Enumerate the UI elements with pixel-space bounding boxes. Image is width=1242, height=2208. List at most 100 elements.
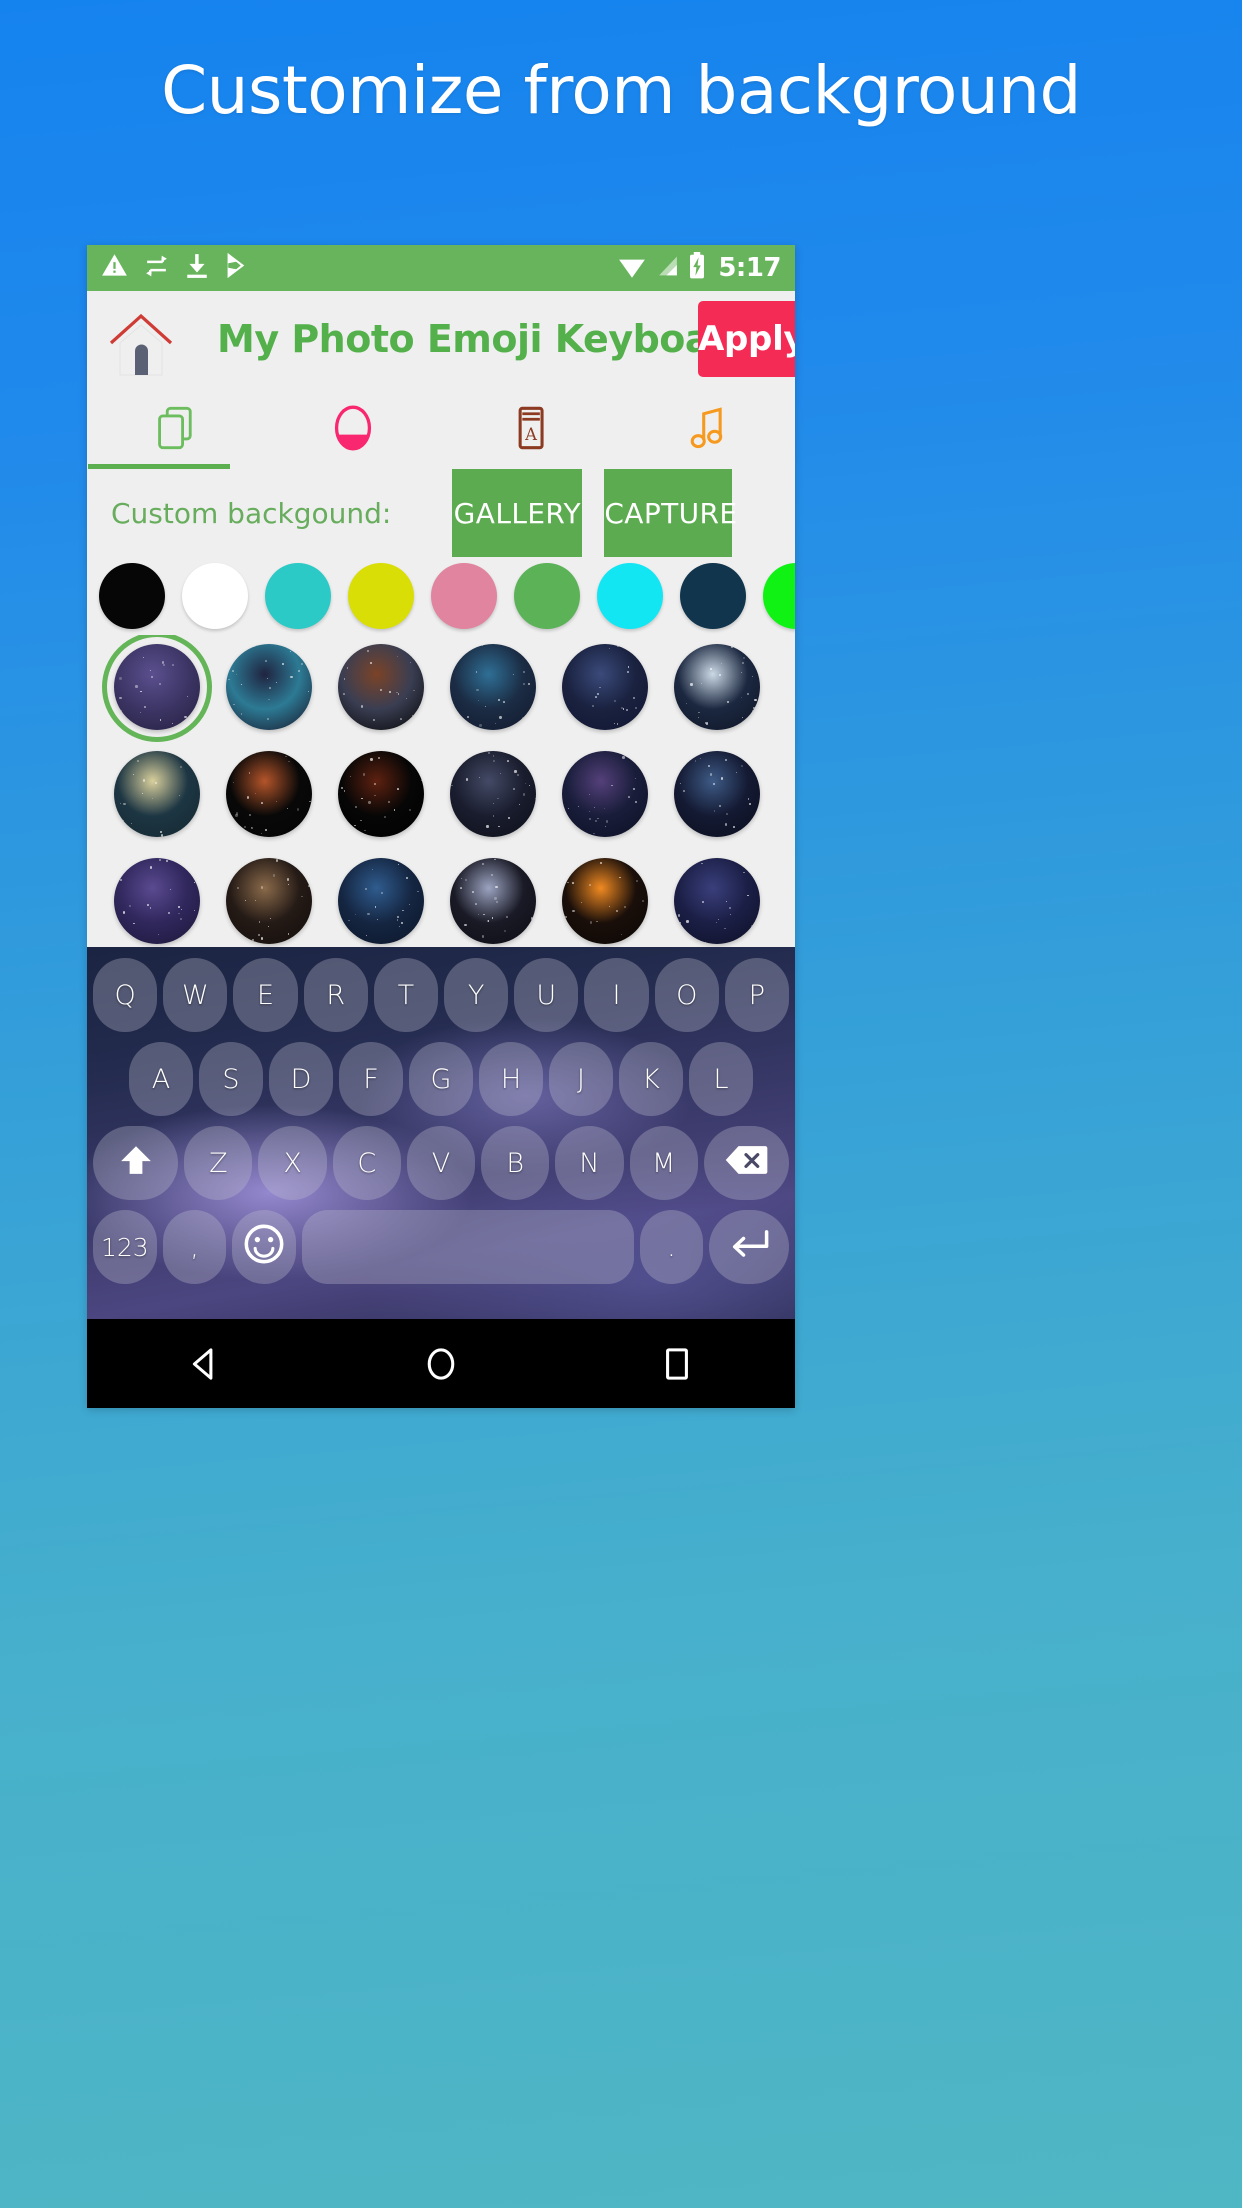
star-speck [700, 757, 702, 759]
star-speck [492, 755, 495, 757]
nav-home-button[interactable] [381, 1319, 501, 1408]
star-speck [495, 886, 498, 889]
tab-sound[interactable] [618, 386, 795, 469]
wallpaper-thumbnail-orange-nebula[interactable] [562, 858, 648, 944]
key-e[interactable]: E [233, 958, 298, 1032]
star-speck [479, 724, 482, 727]
color-swatch-bright-green[interactable] [763, 563, 795, 629]
star-speck [752, 707, 756, 710]
color-swatch-navy[interactable] [680, 563, 746, 629]
star-speck [617, 644, 620, 647]
key-v[interactable]: V [406, 1126, 476, 1200]
key-w[interactable]: W [163, 958, 228, 1032]
wallpaper-thumbnail-faint-moon-night[interactable] [450, 751, 536, 837]
apply-button[interactable]: Apply [698, 301, 795, 377]
key-emoji[interactable] [232, 1210, 297, 1284]
key-space[interactable] [302, 1210, 634, 1284]
wallpaper-thumbnail-blue-night-sky[interactable] [338, 858, 424, 944]
star-speck [286, 808, 288, 810]
wallpaper-thumbnail-lunar-eclipse[interactable] [338, 751, 424, 837]
key-z[interactable]: Z [184, 1126, 253, 1200]
color-swatch-row[interactable] [87, 557, 795, 635]
color-swatch-turquoise[interactable] [265, 563, 331, 629]
wallpaper-thumbnail-full-moon-teal[interactable] [114, 751, 200, 837]
star-speck [192, 817, 195, 820]
wallpaper-thumbnail-dark-horizon-sunset[interactable] [338, 644, 424, 730]
star-speck [388, 691, 391, 694]
key-enter[interactable] [709, 1210, 790, 1284]
color-swatch-green[interactable] [514, 563, 580, 629]
key-c[interactable]: C [332, 1126, 401, 1200]
star-speck [646, 879, 648, 882]
wallpaper-thumbnail-blue-milky-way[interactable] [450, 644, 536, 730]
star-speck [701, 863, 703, 865]
color-swatch-yellow-green[interactable] [348, 563, 414, 629]
tab-theme[interactable] [264, 386, 441, 469]
key-o[interactable]: O [654, 958, 719, 1032]
wallpaper-thumbnail-spiral-galaxy[interactable] [450, 858, 536, 944]
capture-button[interactable]: CAPTURE [604, 469, 737, 557]
key-backspace[interactable] [703, 1126, 789, 1200]
key-m[interactable]: M [629, 1126, 698, 1200]
wallpaper-thumbnail-purple-mountain-sky[interactable] [114, 858, 200, 944]
color-swatch-pink[interactable] [431, 563, 497, 629]
star-speck [589, 817, 591, 820]
key-u[interactable]: U [514, 958, 579, 1032]
key-t[interactable]: T [373, 958, 438, 1032]
wallpaper-thumbnail-purple-galaxy[interactable] [102, 635, 212, 742]
star-speck [367, 912, 370, 916]
color-swatch-white[interactable] [182, 563, 248, 629]
star-speck [136, 759, 140, 763]
key-y[interactable]: Y [444, 958, 509, 1032]
wallpaper-thumbnail-eclipse-sequence[interactable] [226, 751, 312, 837]
star-speck [347, 919, 350, 922]
key-j[interactable]: J [549, 1042, 613, 1116]
wallpaper-thumbnail-hot-air-balloon-moon[interactable] [674, 644, 760, 730]
star-speck [464, 923, 467, 927]
wallpaper-thumbnail-brown-milky-way[interactable] [226, 858, 312, 944]
key-b[interactable]: B [481, 1126, 550, 1200]
key-x[interactable]: X [258, 1126, 327, 1200]
key-i[interactable]: I [584, 958, 649, 1032]
star-speck [119, 677, 122, 680]
key-l[interactable]: L [689, 1042, 753, 1116]
gallery-button[interactable]: GALLERY [452, 469, 583, 557]
star-speck [482, 935, 485, 938]
key-h[interactable]: H [479, 1042, 543, 1116]
nav-recents-button[interactable] [617, 1319, 737, 1408]
star-speck [244, 825, 247, 828]
star-speck [287, 760, 290, 763]
color-swatch-black[interactable] [99, 563, 165, 629]
key-numbers[interactable]: 123 [93, 1210, 157, 1284]
wallpaper-thumbnail-indigo-starfield[interactable] [674, 858, 760, 944]
key-p[interactable]: P [724, 958, 790, 1032]
star-speck [611, 784, 613, 786]
key-shift[interactable] [93, 1126, 179, 1200]
key-a[interactable]: A [129, 1042, 193, 1116]
star-speck [178, 912, 180, 915]
nav-back-button[interactable] [145, 1319, 265, 1408]
star-speck [698, 717, 700, 719]
key-g[interactable]: G [409, 1042, 473, 1116]
key-q[interactable]: Q [92, 958, 158, 1032]
key-d[interactable]: D [269, 1042, 333, 1116]
key-f[interactable]: F [339, 1042, 403, 1116]
key-period[interactable]: . [639, 1210, 704, 1284]
wallpaper-thumbnail-milky-way-core[interactable] [674, 751, 760, 837]
tab-layers[interactable] [87, 386, 264, 469]
star-speck [268, 687, 272, 690]
wallpaper-thumbnail-deep-blue-stars[interactable] [562, 644, 648, 730]
tab-font[interactable]: A [441, 386, 618, 469]
key-r[interactable]: R [303, 958, 368, 1032]
key-k[interactable]: K [619, 1042, 683, 1116]
key-n[interactable]: N [555, 1126, 624, 1200]
wallpaper-thumbnail-violet-galaxy[interactable] [562, 751, 648, 837]
home-icon[interactable] [99, 301, 183, 377]
key-comma[interactable]: , [162, 1210, 227, 1284]
star-speck [159, 858, 162, 861]
color-swatch-cyan[interactable] [597, 563, 663, 629]
wallpaper-thumbnail-forest-night-sky[interactable] [226, 644, 312, 730]
star-speck [179, 765, 183, 769]
star-speck [367, 649, 370, 652]
key-s[interactable]: S [199, 1042, 263, 1116]
